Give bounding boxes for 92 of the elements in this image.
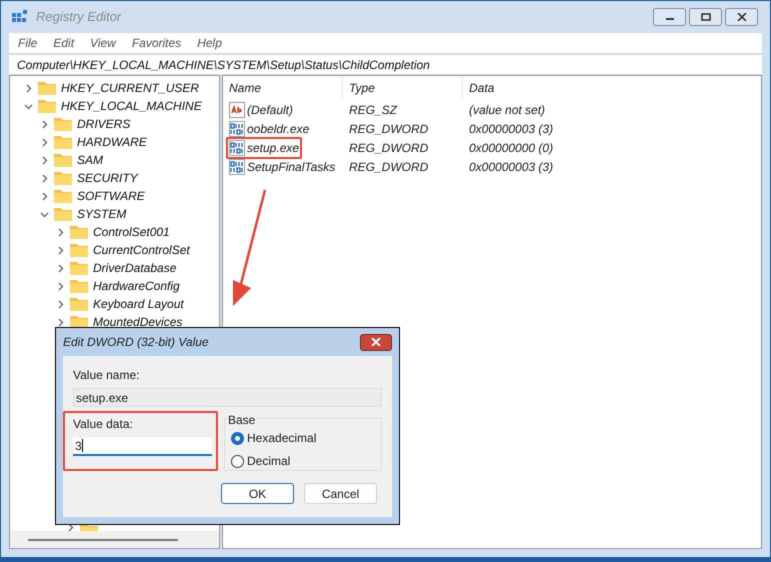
maximize-icon (700, 13, 710, 21)
menu-item[interactable]: Favorites (132, 34, 182, 52)
close-icon (371, 338, 381, 346)
tree-item[interactable]: CurrentControlSet (93, 241, 190, 259)
chevron-right-icon[interactable] (40, 174, 49, 182)
table-cell-text: REG_DWORD (348, 158, 430, 176)
horizontal-scrollbar[interactable] (10, 531, 219, 548)
binary-value-icon (229, 120, 245, 136)
menu-item[interactable]: Edit (53, 34, 74, 52)
table-cell-text: REG_SZ (348, 102, 398, 118)
value-name-cell[interactable]: (Default) (229, 100, 294, 118)
string-value-icon (229, 102, 245, 118)
folder-icon (70, 297, 88, 311)
chevron-right-icon[interactable] (56, 264, 65, 272)
address-bar[interactable]: Computer\HKEY_LOCAL_MACHINE\SYSTEM\Setup\Status\ChildCompletion (9, 54, 762, 74)
maximize-button[interactable] (689, 8, 722, 26)
tree-item[interactable]: HKEY_LOCAL_MACHINE (61, 97, 202, 115)
chevron-right-icon[interactable] (40, 138, 49, 146)
table-cell-text: 0x00000003 (3) (468, 158, 554, 176)
radio-option[interactable]: Hexadecimal (231, 429, 381, 447)
ok-button[interactable]: OK (221, 483, 294, 504)
chevron-down-icon[interactable] (40, 210, 49, 218)
chevron-right-icon[interactable] (56, 228, 65, 236)
value-data-field[interactable]: 3 (73, 437, 212, 456)
folder-icon (70, 279, 88, 293)
tree-item[interactable]: HARDWARE (77, 133, 147, 151)
radio-button[interactable] (231, 432, 244, 444)
chevron-right-icon[interactable] (40, 192, 49, 200)
folder-icon (54, 153, 72, 167)
tree-item[interactable]: SYSTEM (77, 205, 126, 223)
folder-icon (38, 99, 56, 113)
value-name: SetupFinalTasks (247, 158, 336, 176)
value-name: oobeldr.exe (247, 120, 310, 138)
binary-value-icon (229, 158, 245, 174)
folder-icon (54, 189, 72, 203)
table-cell-text: REG_DWORD (348, 140, 430, 156)
menu-item[interactable]: File (18, 34, 38, 52)
chevron-right-icon[interactable] (56, 300, 65, 308)
tree-item[interactable]: HardwareConfig (93, 277, 180, 295)
registry-icon (12, 9, 28, 25)
radio-button[interactable] (231, 454, 244, 468)
table-cell-text: (value not set) (468, 102, 546, 118)
tree-item[interactable]: SAM (77, 151, 104, 169)
field-label: Value data: (73, 416, 134, 433)
window-title: Registry Editor (36, 8, 122, 26)
value-name-cell[interactable]: SetupFinalTasks (229, 158, 336, 176)
close-button[interactable] (360, 334, 392, 350)
tree-item[interactable]: HKEY_CURRENT_USER (61, 79, 200, 97)
close-icon (736, 13, 746, 21)
close-button[interactable] (725, 8, 758, 26)
tree-item[interactable]: Keyboard Layout (93, 295, 184, 313)
dialog-title: Edit DWORD (32-bit) Value (63, 334, 209, 351)
tree-item[interactable]: DRIVERS (77, 115, 130, 133)
folder-icon (54, 171, 72, 185)
field-label: Value name: (73, 367, 140, 384)
column-header[interactable]: Type (343, 76, 463, 100)
menu-item[interactable]: Help (197, 34, 222, 52)
menu-item[interactable]: View (90, 34, 116, 52)
column-header[interactable]: Data (463, 76, 494, 100)
value-name: setup.exe (247, 140, 300, 156)
folder-icon (54, 135, 72, 149)
tree-item[interactable]: SOFTWARE (77, 187, 145, 205)
cancel-button[interactable]: Cancel (304, 483, 377, 504)
radio-option[interactable]: Decimal (231, 452, 381, 470)
table-cell-text: REG_DWORD (348, 120, 430, 138)
chevron-right-icon[interactable] (40, 156, 49, 164)
value-name-cell[interactable]: oobeldr.exe (229, 120, 310, 138)
value-name-field[interactable]: setup.exe (73, 388, 382, 407)
folder-icon (70, 225, 88, 239)
chevron-right-icon[interactable] (56, 246, 65, 254)
folder-icon (70, 261, 88, 275)
column-header[interactable]: Name (223, 76, 343, 100)
table-cell-text: 0x00000003 (3) (468, 120, 554, 138)
tree-item[interactable]: MountedDevices (93, 313, 182, 331)
folder-icon (70, 243, 88, 257)
chevron-right-icon[interactable] (40, 120, 49, 128)
tree-item[interactable]: ControlSet001 (93, 223, 170, 241)
chevron-right-icon[interactable] (66, 523, 75, 531)
tree-item[interactable]: DriverDatabase (93, 259, 176, 277)
value-name: (Default) (247, 102, 294, 118)
chevron-right-icon[interactable] (24, 84, 33, 92)
minimize-button[interactable] (653, 8, 686, 26)
chevron-down-icon[interactable] (24, 102, 33, 110)
table-cell-text: 0x00000000 (0) (468, 140, 554, 156)
highlight-frame[interactable]: setup.exe (226, 136, 302, 158)
folder-icon (54, 207, 72, 221)
folder-icon (38, 81, 56, 95)
folder-icon (54, 117, 72, 131)
tree-item[interactable]: SECURITY (77, 169, 138, 187)
chevron-right-icon[interactable] (56, 318, 65, 326)
chevron-right-icon[interactable] (56, 282, 65, 290)
binary-value-icon (229, 140, 245, 156)
